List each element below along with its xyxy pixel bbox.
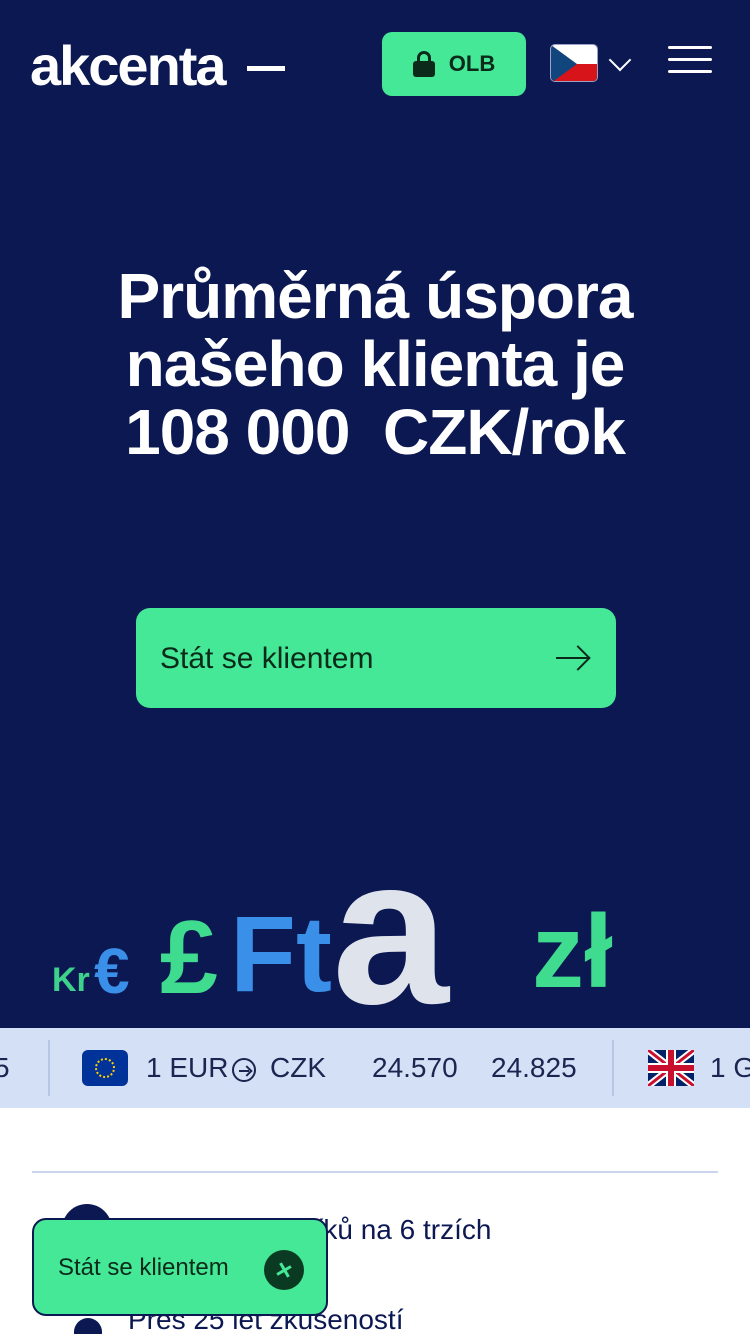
language-selector[interactable] xyxy=(550,44,636,82)
section-divider xyxy=(32,1171,718,1173)
ticker-next-fragment: 1 G xyxy=(710,1052,750,1083)
exchange-rate-ticker: 5 1 EUR CZK 24.570 24.825 1 G xyxy=(0,1028,750,1108)
olb-login-button[interactable]: OLB xyxy=(382,32,526,96)
ticker-pair-from: 1 EUR xyxy=(146,1052,229,1083)
feature-markets: níků na 6 trzích xyxy=(300,1214,492,1245)
forint-symbol: Ft xyxy=(230,893,332,1014)
ticker-buy-rate: 24.570 xyxy=(372,1052,458,1083)
hamburger-icon[interactable] xyxy=(668,44,712,76)
headline-line-3: 108 000 CZK/rok xyxy=(125,396,626,468)
pound-symbol: £ xyxy=(160,900,218,1016)
floating-cta-label: Stát se klientem xyxy=(58,1254,229,1281)
hero-section: akcenta OLB Průměrná úspora našeho klien… xyxy=(0,0,750,1028)
currency-symbols-illustration: Kr € £ Ft a zł xyxy=(0,826,750,1029)
kr-symbol: Kr xyxy=(52,961,90,999)
ticker-separator xyxy=(612,1040,614,1096)
circle-arrow-right-icon xyxy=(232,1058,256,1082)
headline-line-1: Průměrná úspora xyxy=(117,260,634,332)
chevron-down-icon xyxy=(608,48,632,72)
hero-headline: Průměrná úspora našeho klienta je 108 00… xyxy=(40,262,710,466)
arrow-right-icon xyxy=(556,657,588,659)
headline-line-2: našeho klienta je xyxy=(125,328,626,400)
lock-icon xyxy=(412,51,435,77)
ticker-prev-fragment: 5 xyxy=(0,1052,10,1083)
become-client-button[interactable]: Stát se klientem xyxy=(136,608,616,708)
ticker-pair-to: CZK xyxy=(270,1052,326,1083)
akcenta-logo[interactable]: akcenta xyxy=(30,34,227,98)
ticker-sell-rate: 24.825 xyxy=(491,1052,577,1083)
cta-label: Stát se klientem xyxy=(160,642,374,675)
akcenta-a-symbol: a xyxy=(332,813,449,1029)
eu-flag-icon xyxy=(82,1050,128,1086)
akcenta-star-icon xyxy=(264,1250,304,1290)
zloty-symbol: zł xyxy=(532,894,613,1010)
person-icon xyxy=(74,1318,102,1334)
ticker-separator xyxy=(48,1040,50,1096)
logo-dash xyxy=(247,66,285,71)
euro-symbol: € xyxy=(94,935,130,1007)
cz-flag-icon xyxy=(550,44,598,82)
olb-label: OLB xyxy=(448,51,496,76)
floating-become-client-button[interactable]: Stát se klientem xyxy=(32,1218,328,1316)
uk-flag-icon xyxy=(648,1050,694,1086)
